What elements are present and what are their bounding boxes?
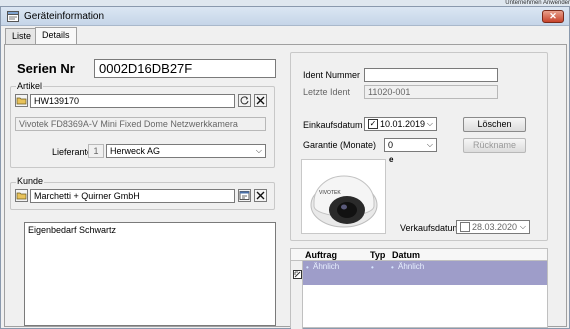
serial-label: Serien Nr <box>17 61 75 76</box>
lieferanten-number: 1 <box>88 144 104 158</box>
folder-icon[interactable] <box>15 189 28 202</box>
image-caption: e <box>389 155 394 164</box>
rueckname-button[interactable]: Rückname <box>463 138 526 153</box>
garantie-select[interactable]: 0 ⌵ <box>384 138 437 152</box>
refresh-icon[interactable] <box>238 94 251 107</box>
kunde-input[interactable]: Marchetti + Quirner GmbH <box>30 189 235 203</box>
filter-icon[interactable] <box>238 189 251 202</box>
row-marker: • <box>371 263 374 272</box>
letzte-ident-value: 11020-001 <box>364 85 498 99</box>
column-typ[interactable]: Typ <box>370 250 385 260</box>
verkaufsdatum-checkbox[interactable] <box>460 222 470 232</box>
ident-label: Ident Nummer <box>303 70 361 80</box>
einkaufsdatum-checkbox[interactable]: ✓ <box>368 119 378 129</box>
verkaufsdatum-picker[interactable]: 28.03.2020 ⌵ <box>456 220 530 234</box>
kunde-group-label: Kunde <box>16 176 45 186</box>
folder-icon[interactable] <box>15 94 28 107</box>
window-title: Geräteinformation <box>24 11 105 22</box>
garantie-value: 0 <box>388 140 394 150</box>
verkaufsdatum-value: 28.03.2020 <box>472 222 518 232</box>
artikel-description: Vivotek FD8369A-V Mini Fixed Dome Netzwe… <box>15 117 266 131</box>
einkaufsdatum-value: 10.01.2019 <box>380 119 426 129</box>
row-marker: • <box>306 263 309 272</box>
device-info-window: Geräteinformation ✕ Liste Details Serien… <box>0 6 570 329</box>
row-marker: • <box>391 263 394 272</box>
einkaufsdatum-label: Einkaufsdatum <box>303 120 363 130</box>
delete-icon[interactable] <box>254 94 267 107</box>
artikel-input[interactable]: HW139170 <box>30 94 235 108</box>
letzte-ident-label: Letzte Ident <box>303 87 351 97</box>
cell-auftrag: Ähnlich <box>313 262 340 271</box>
dropdown-icon: ⌵ <box>255 146 262 155</box>
serial-input[interactable]: 0002D16DB27F <box>94 59 276 78</box>
dropdown-icon: ⌵ <box>426 140 433 149</box>
table-row[interactable]: • Ähnlich • • Ähnlich <box>303 261 547 285</box>
artikel-group-label: Artikel <box>16 81 44 91</box>
einkaufsdatum-picker[interactable]: ✓ 10.01.2019 ⌵ <box>364 117 437 131</box>
title-bar[interactable]: Geräteinformation ✕ <box>1 7 569 26</box>
window-icon <box>7 11 19 22</box>
column-auftrag[interactable]: Auftrag <box>305 250 337 260</box>
grid-header: Auftrag Typ Datum <box>291 249 547 261</box>
garantie-label: Garantie (Monate) <box>303 140 377 150</box>
ident-input[interactable] <box>364 68 498 82</box>
column-datum[interactable]: Datum <box>392 250 420 260</box>
details-panel: Serien Nr 0002D16DB27F Artikel HW139170 … <box>4 44 567 329</box>
camera-image: VIVOTEK <box>310 175 378 228</box>
close-button[interactable]: ✕ <box>542 10 564 23</box>
edit-row-icon[interactable] <box>293 270 302 279</box>
camera-brand: VIVOTEK <box>319 190 341 196</box>
loeschen-button[interactable]: Löschen <box>463 117 526 132</box>
lieferanten-value: Herweck AG <box>110 146 161 156</box>
product-image: VIVOTEK <box>301 159 386 234</box>
lieferanten-select[interactable]: Herweck AG ⌵ <box>106 144 266 158</box>
dropdown-icon: ⌵ <box>519 222 526 231</box>
orders-grid: Auftrag Typ Datum • Ähnlich • • Ähnlich <box>290 248 548 329</box>
tab-liste[interactable]: Liste <box>5 28 39 44</box>
dropdown-icon: ⌵ <box>426 119 433 128</box>
notes-textarea[interactable]: Eigenbedarf Schwartz <box>24 222 276 326</box>
cell-datum: Ähnlich <box>398 262 425 271</box>
delete-icon[interactable] <box>254 189 267 202</box>
tab-details[interactable]: Details <box>35 27 77 44</box>
verkaufsdatum-label: Verkaufsdatum <box>400 223 461 233</box>
